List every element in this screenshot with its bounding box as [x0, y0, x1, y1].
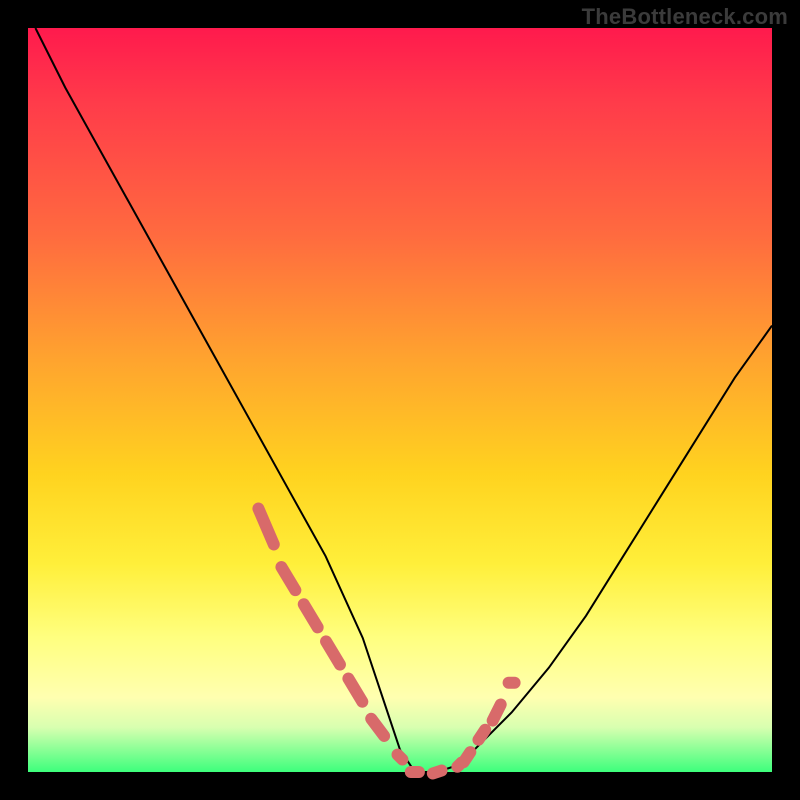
marker-pill — [273, 559, 303, 599]
curve-path — [35, 28, 772, 772]
marker-pill — [296, 596, 326, 636]
plot-area — [28, 28, 772, 772]
curve-svg — [28, 28, 772, 772]
v-curve — [35, 28, 772, 772]
marker-pill — [340, 670, 370, 710]
marker-pill — [405, 766, 425, 778]
chart-frame: TheBottleneck.com — [0, 0, 800, 800]
marker-pill — [318, 633, 348, 673]
marker-dots — [251, 501, 521, 781]
marker-pill — [389, 746, 411, 768]
marker-pill — [251, 501, 282, 553]
marker-pill — [425, 763, 449, 781]
marker-pill — [485, 696, 509, 728]
marker-pill — [503, 677, 521, 689]
watermark: TheBottleneck.com — [582, 4, 788, 30]
